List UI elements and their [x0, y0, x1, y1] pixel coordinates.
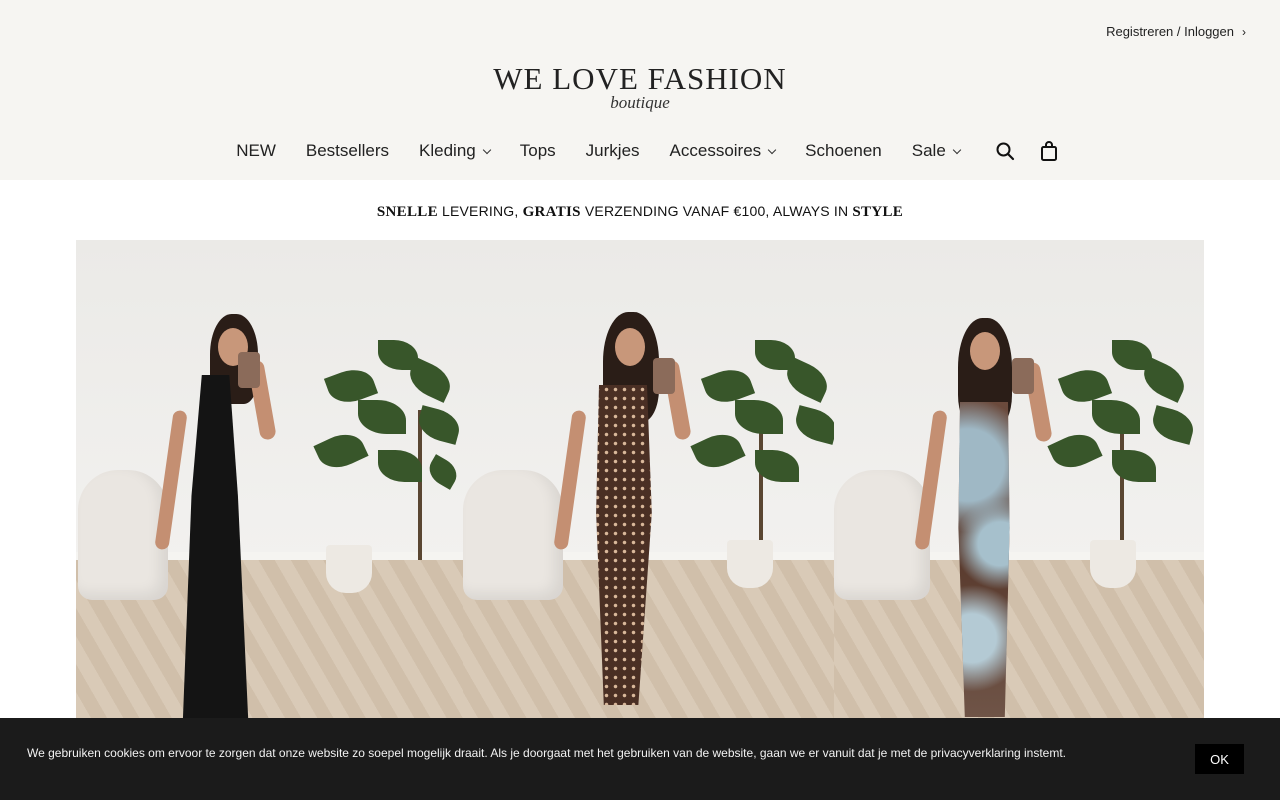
logo-main: WE LOVE FASHION: [493, 61, 787, 96]
phone: [1012, 358, 1034, 394]
promo-banner: SNELLE LEVERING, GRATIS VERZENDING VANAF…: [0, 203, 1280, 221]
plant-leaves: [690, 340, 834, 560]
plant-leaves: [308, 340, 463, 560]
nav-item-label: Schoenen: [805, 141, 882, 160]
nav-item-new[interactable]: NEW: [236, 141, 276, 161]
nav-item-label: Sale: [911, 141, 946, 160]
promo-part: SNELLE: [376, 204, 438, 220]
nav-item-label: Bestsellers: [305, 141, 390, 160]
chevron-down-icon: [952, 145, 962, 154]
cart-icon[interactable]: [1039, 141, 1059, 161]
chevron-right-icon: ›: [1242, 24, 1246, 39]
nav-item-sale[interactable]: Sale: [911, 141, 962, 161]
main-nav: NEW Bestsellers Kleding Tops Jurkjes Acc…: [0, 138, 1280, 164]
plant-pot: [1090, 540, 1136, 588]
promo-part: VERZENDING VANAF €100, ALWAYS IN: [580, 203, 853, 219]
cookie-text: We gebruiken cookies om ervoor te zorgen…: [27, 746, 1067, 760]
nav-item-tops[interactable]: Tops: [520, 141, 556, 161]
phone: [653, 358, 675, 394]
armchair: [78, 470, 168, 600]
site-header: Registreren / Inloggen › WE LOVE FASHION…: [0, 0, 1280, 180]
chevron-down-icon: [482, 145, 491, 154]
nav-item-label: Jurkjes: [585, 141, 640, 160]
promo-part: LEVERING,: [437, 203, 523, 219]
face: [615, 328, 645, 366]
logo-sub: boutique: [610, 93, 670, 112]
hero-image-polka-dress[interactable]: [463, 240, 834, 720]
chevron-down-icon: [767, 145, 777, 154]
nav-item-kleding[interactable]: Kleding: [419, 141, 491, 161]
hero-image-tiedye-dress[interactable]: [834, 240, 1204, 720]
account-link[interactable]: Registreren / Inloggen ›: [1106, 24, 1246, 39]
plant-pot: [727, 540, 773, 588]
nav-item-label: NEW: [236, 141, 276, 160]
nav-item-label: Accessoires: [669, 141, 762, 160]
promo-part: STYLE: [852, 204, 904, 220]
cookie-ok-button[interactable]: OK: [1195, 744, 1244, 774]
nav-item-accessoires[interactable]: Accessoires: [669, 141, 777, 161]
plant-pot: [326, 545, 372, 593]
site-logo[interactable]: WE LOVE FASHION boutique: [0, 62, 1280, 113]
nav-item-label: Kleding: [419, 141, 476, 160]
promo-part: GRATIS: [522, 204, 581, 220]
armchair: [463, 470, 563, 600]
hero-image-black-dress[interactable]: [76, 240, 463, 720]
nav-icons: [995, 141, 1059, 161]
hero-gallery: [76, 240, 1204, 720]
phone: [238, 352, 260, 388]
search-icon[interactable]: [995, 141, 1015, 161]
nav-item-schoenen[interactable]: Schoenen: [805, 141, 882, 161]
cookie-banner: We gebruiken cookies om ervoor te zorgen…: [0, 718, 1280, 800]
account-link-label: Registreren / Inloggen: [1106, 24, 1234, 39]
nav-item-bestsellers[interactable]: Bestsellers: [306, 141, 389, 161]
nav-item-jurkjes[interactable]: Jurkjes: [586, 141, 640, 161]
nav-item-label: Tops: [519, 141, 556, 160]
face: [970, 332, 1000, 370]
plant-leaves: [1047, 340, 1202, 560]
